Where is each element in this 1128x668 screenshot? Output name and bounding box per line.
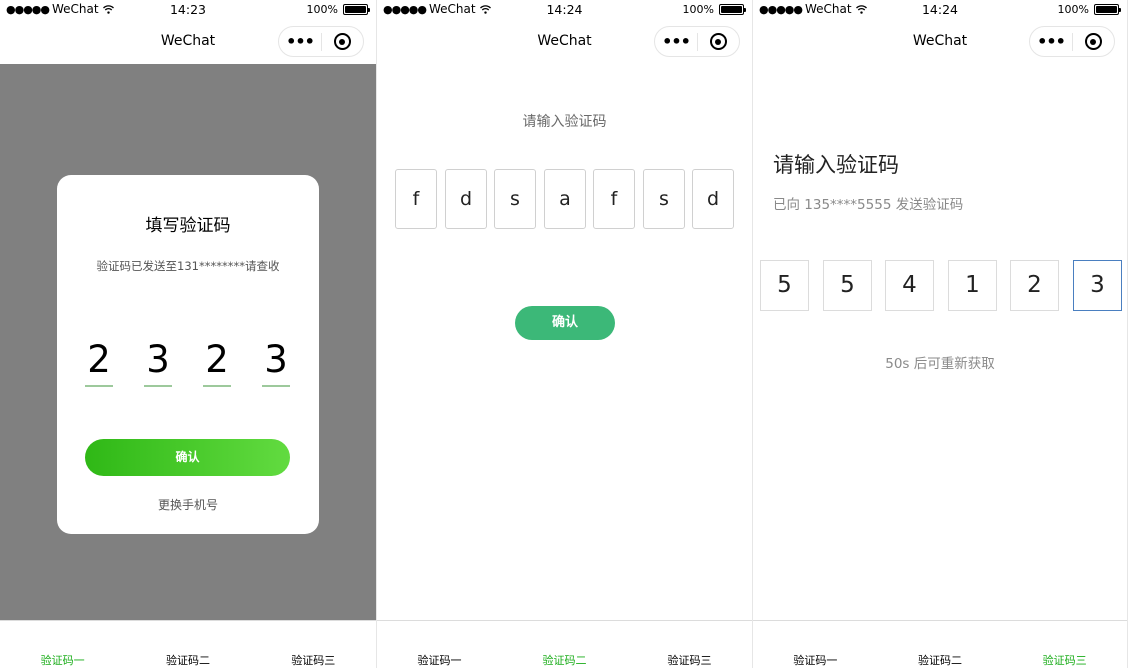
- battery-percent: 100%: [682, 3, 714, 16]
- dialog-subtitle: 验证码已发送至131********请查收: [96, 259, 280, 273]
- tab-bar: 验证码一 验证码二 验证码三: [0, 620, 376, 668]
- tab-bar: 验证码一 验证码二 验证码三: [753, 620, 1127, 668]
- code-char-box[interactable]: s: [643, 169, 685, 229]
- code-digit-box[interactable]: 1: [948, 260, 997, 311]
- code-digit-input[interactable]: 2: [85, 337, 113, 387]
- code-digit-box[interactable]: 5: [823, 260, 872, 311]
- code-digit-input[interactable]: 3: [144, 337, 172, 387]
- code-digit-input[interactable]: 3: [262, 337, 290, 387]
- tab-code-two[interactable]: 验证码二: [878, 621, 1003, 668]
- tab-code-three[interactable]: 验证码三: [1002, 621, 1127, 668]
- resend-countdown: 50s 后可重新获取: [885, 356, 995, 372]
- code-char-box[interactable]: s: [494, 169, 536, 229]
- more-dots-icon[interactable]: •••: [279, 27, 321, 56]
- battery-icon: [343, 4, 370, 15]
- tab-code-one[interactable]: 验证码一: [0, 621, 125, 668]
- battery-icon: [719, 4, 746, 15]
- battery-percent: 100%: [306, 3, 338, 16]
- stage: ●●●●● WeChat 14:23 100% WeChat ••• 填写验证码: [0, 0, 1128, 668]
- phone-screen-2: ●●●●● WeChat 14:24 100% WeChat ••• 请输入验证…: [376, 0, 752, 668]
- menu-capsule: •••: [654, 26, 740, 57]
- confirm-button[interactable]: 确认: [85, 439, 290, 476]
- close-button[interactable]: [322, 33, 363, 50]
- tab-code-three[interactable]: 验证码三: [627, 621, 752, 668]
- close-button[interactable]: [1073, 33, 1114, 50]
- confirm-button[interactable]: 确认: [515, 306, 615, 340]
- code-digit-box-focused[interactable]: 3: [1073, 260, 1122, 311]
- status-right: 100%: [682, 3, 746, 16]
- code-digit-box[interactable]: 4: [885, 260, 934, 311]
- page-title: 请输入验证码: [773, 153, 899, 177]
- phone-screen-1: ●●●●● WeChat 14:23 100% WeChat ••• 填写验证码: [0, 0, 376, 668]
- close-button[interactable]: [698, 33, 739, 50]
- nav-bar: WeChat •••: [0, 20, 376, 64]
- more-dots-icon[interactable]: •••: [1030, 27, 1072, 56]
- code-char-box[interactable]: f: [593, 169, 635, 229]
- tab-code-two[interactable]: 验证码二: [125, 621, 250, 668]
- code-digit-box[interactable]: 5: [760, 260, 809, 311]
- sent-to-text: 已向 135****5555 发送验证码: [773, 197, 964, 213]
- change-phone-link[interactable]: 更换手机号: [57, 496, 319, 513]
- code-prompt: 请输入验证码: [522, 114, 607, 130]
- code-char-box[interactable]: a: [544, 169, 586, 229]
- menu-capsule: •••: [1029, 26, 1115, 57]
- tab-code-three[interactable]: 验证码三: [251, 621, 376, 668]
- dialog-title: 填写验证码: [145, 216, 231, 236]
- tab-code-one[interactable]: 验证码一: [753, 621, 878, 668]
- code-char-box[interactable]: f: [395, 169, 437, 229]
- status-right: 100%: [306, 3, 370, 16]
- target-circle-icon: [333, 33, 351, 50]
- status-bar: ●●●●● WeChat 14:24 100%: [377, 0, 752, 20]
- code-char-box[interactable]: d: [692, 169, 734, 229]
- status-bar: ●●●●● WeChat 14:24 100%: [753, 0, 1127, 20]
- more-dots-icon[interactable]: •••: [655, 27, 697, 56]
- tab-code-one[interactable]: 验证码一: [377, 621, 502, 668]
- phone-screen-3: ●●●●● WeChat 14:24 100% WeChat ••• 请输入验证…: [752, 0, 1128, 668]
- menu-capsule: •••: [278, 26, 364, 57]
- battery-percent: 100%: [1057, 3, 1089, 16]
- target-circle-icon: [1084, 33, 1102, 50]
- code-digit-box[interactable]: 2: [1010, 260, 1059, 311]
- status-bar: ●●●●● WeChat 14:23 100%: [0, 0, 376, 20]
- code-digit-input[interactable]: 2: [203, 337, 231, 387]
- battery-icon: [1094, 4, 1121, 15]
- tab-code-two[interactable]: 验证码二: [502, 621, 627, 668]
- target-circle-icon: [709, 33, 727, 50]
- tab-bar: 验证码一 验证码二 验证码三: [377, 620, 752, 668]
- code-char-box[interactable]: d: [445, 169, 487, 229]
- nav-bar: WeChat •••: [753, 20, 1127, 64]
- verify-dialog: 填写验证码 验证码已发送至131********请查收 2 3 2 3 确认 更…: [57, 175, 319, 534]
- nav-bar: WeChat •••: [377, 20, 752, 64]
- status-right: 100%: [1057, 3, 1121, 16]
